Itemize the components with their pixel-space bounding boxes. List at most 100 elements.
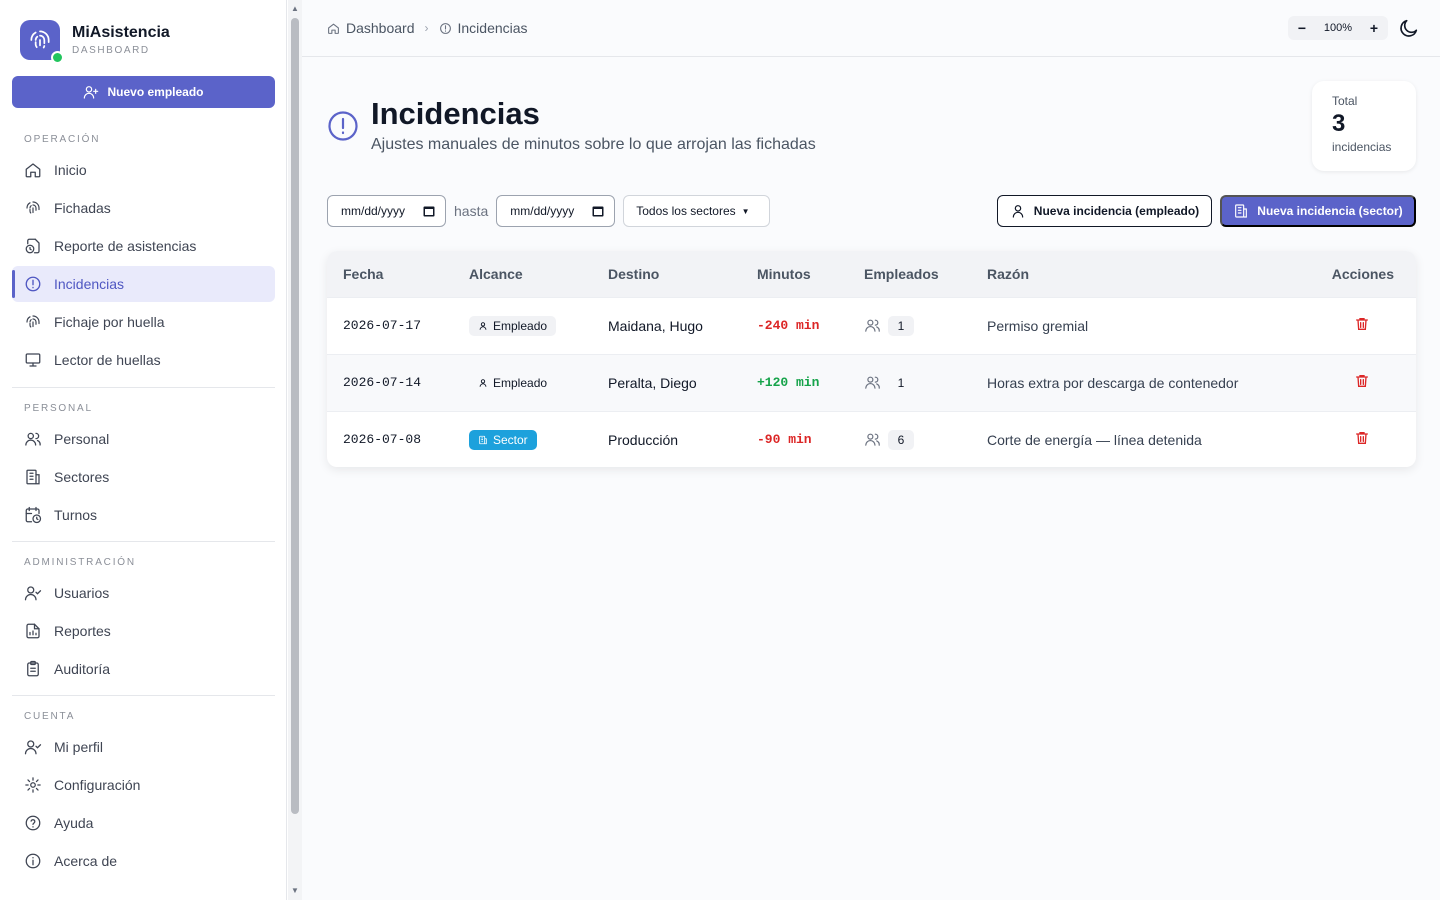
new-employee-incident-label: Nueva incidencia (empleado) [1033,204,1200,218]
gear-icon [25,777,41,793]
scroll-up-arrow-icon[interactable]: ▲ [291,4,299,13]
main-content: Dashboard › Incidencias − 100% + Inciden… [302,0,1440,900]
column-header-alcance[interactable]: Alcance [453,251,592,297]
sidebar-item-acerca-de[interactable]: Acerca de [12,843,275,879]
clipboard-icon [27,660,39,677]
scroll-thumb[interactable] [291,18,299,814]
employee-count: 1 [888,315,914,336]
table-header-row: Fecha Alcance Destino Minutos Empleados … [327,251,1416,297]
cell-fecha: 2026-07-08 [327,410,453,467]
users-icon [25,432,41,446]
sidebar-item-inicio[interactable]: Inicio [12,152,275,188]
table-row[interactable]: 2026-07-14 Empleado Peralta, Diego +120 … [327,353,1416,411]
building-icon [479,435,487,444]
dark-mode-toggle[interactable] [1398,17,1420,39]
trash-icon[interactable] [1354,430,1370,446]
nav-section-cuenta: CUENTA Mi perfil Configuración Ayuda Ace… [12,695,275,879]
cell-razon: Permiso gremial [971,296,1296,354]
date-to-input[interactable]: mm/dd/yyyy [496,195,616,227]
topbar: Dashboard › Incidencias − 100% + [302,0,1440,57]
column-header-empleados[interactable]: Empleados [848,251,971,297]
column-header-destino[interactable]: Destino [592,251,741,297]
brand[interactable]: MiAsistencia DASHBOARD [20,20,170,64]
file-chart-icon [26,623,40,639]
sidebar-item-fichadas[interactable]: Fichadas [12,190,275,226]
nav-section-label: PERSONAL [24,403,93,414]
sidebar-item-label: Lector de huellas [54,352,161,368]
column-header-minutos[interactable]: Minutos [741,251,848,297]
caret-down-icon: ▼ [741,206,750,216]
file-clock-icon [25,238,40,254]
scroll-down-arrow-icon[interactable]: ▼ [291,886,299,895]
sidebar-scrollbar[interactable]: ▲ ▼ [288,0,302,900]
trash-icon[interactable] [1354,316,1370,332]
breadcrumb-current: Incidencias [439,20,528,36]
nav-section-operacion: OPERACIÓN Inicio Fichadas Reporte de asi… [12,133,275,378]
page-subtitle: Ajustes manuales de minutos sobre lo que… [371,136,816,153]
nav-section-label: ADMINISTRACIÓN [24,557,136,568]
sidebar-item-reporte-asistencias[interactable]: Reporte de asistencias [12,228,275,264]
sidebar-item-turnos[interactable]: Turnos [12,497,275,533]
date-from-input[interactable]: mm/dd/yyyy [327,195,446,227]
new-employee-label: Nuevo empleado [107,85,204,99]
user-icon [1012,205,1024,218]
sidebar-item-fichaje-huella[interactable]: Fichaje por huella [12,304,275,340]
sidebar-item-label: Fichadas [54,200,111,216]
building-icon [1235,204,1248,218]
user-icon [479,321,487,330]
user-icon [479,378,487,387]
nav-section-label: OPERACIÓN [24,134,101,145]
sidebar-item-usuarios[interactable]: Usuarios [12,575,275,611]
cell-razon: Corte de energía — línea detenida [971,410,1296,467]
sidebar-item-auditoria[interactable]: Auditoría [12,651,275,687]
nav-section-label: CUENTA [24,711,76,722]
users-icon [865,319,880,332]
zoom-level: 100% [1323,22,1353,34]
sidebar-item-ayuda[interactable]: Ayuda [12,805,275,841]
breadcrumb-home[interactable]: Dashboard [327,20,415,36]
sidebar-item-personal[interactable]: Personal [12,421,275,457]
zoom-control: − 100% + [1288,16,1388,40]
new-sector-incident-label: Nueva incidencia (sector) [1257,204,1403,218]
sidebar-item-mi-perfil[interactable]: Mi perfil [12,729,275,765]
page-title: Incidencias [371,96,540,131]
table-row[interactable]: 2026-07-17 Empleado Maidana, Hugo -240 m… [327,296,1416,354]
sidebar-item-incidencias[interactable]: Incidencias [12,266,275,302]
user-check-icon [24,586,42,601]
total-card: Total 3 incidencias [1312,81,1416,171]
new-employee-incident-button[interactable]: Nueva incidencia (empleado) [997,195,1212,227]
sidebar-item-label: Auditoría [54,661,111,677]
sector-select[interactable]: Todos los sectores ▼ [623,195,771,227]
new-employee-button[interactable]: Nuevo empleado [12,76,275,108]
new-sector-incident-button[interactable]: Nueva incidencia (sector) [1220,195,1416,227]
trash-icon[interactable] [1354,373,1370,389]
scope-badge-employee: Empleado [469,315,557,336]
cell-acciones [1296,353,1416,411]
calendar-icon [592,206,604,217]
column-header-razon[interactable]: Razón [971,251,1296,297]
sidebar-item-label: Reporte de asistencias [54,238,197,254]
nav-section-administracion: ADMINISTRACIÓN Usuarios Reportes Auditor… [12,541,275,687]
cell-minutos: -90 min [741,410,848,467]
breadcrumb-current-label: Incidencias [457,20,528,36]
column-header-fecha[interactable]: Fecha [327,251,453,297]
sidebar-item-configuracion[interactable]: Configuración [12,767,275,803]
building-icon [26,469,40,485]
cell-destino: Maidana, Hugo [592,296,741,354]
zoom-out-button[interactable]: − [1294,20,1310,36]
cell-acciones [1296,296,1416,354]
scope-badge-sector: Sector [469,429,537,450]
sidebar-item-reportes[interactable]: Reportes [12,613,275,649]
cell-fecha: 2026-07-14 [327,353,453,411]
total-unit: incidencias [1332,140,1392,154]
chevron-right-icon: › [424,21,429,35]
table-row[interactable]: 2026-07-08 Sector Producción -90 min 6 C… [327,410,1416,467]
scope-badge-label: Sector [493,432,528,447]
sidebar-item-lector-huellas[interactable]: Lector de huellas [12,342,275,378]
zoom-in-button[interactable]: + [1366,20,1382,36]
calendar-clock-icon [25,506,42,524]
info-icon [25,853,41,869]
total-label: Total [1332,94,1358,108]
filters-bar: mm/dd/yyyy hasta mm/dd/yyyy Todos los se… [327,195,771,227]
sidebar-item-sectores[interactable]: Sectores [12,459,275,495]
